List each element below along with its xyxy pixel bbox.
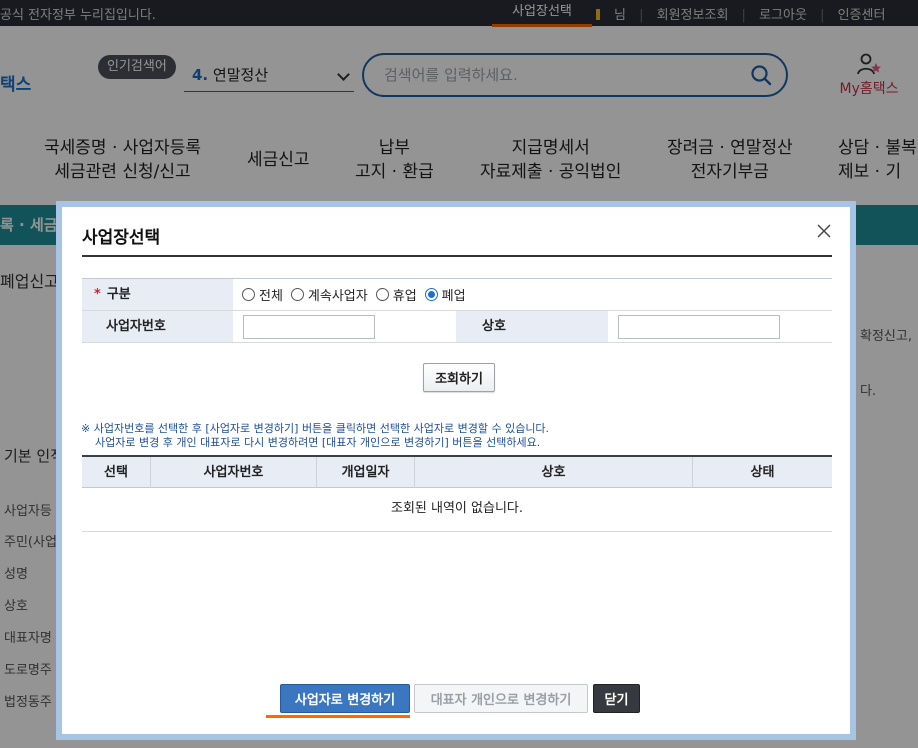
table-header: 선택 사업자번호 개업일자 상호 상태	[82, 455, 832, 488]
radio-closed[interactable]: 폐업	[425, 285, 466, 304]
radio-all[interactable]: 전체	[242, 285, 283, 304]
radio-circle[interactable]	[291, 288, 304, 301]
change-to-business-button[interactable]: 사업자로 변경하기	[280, 684, 410, 713]
form-row-type: *구분 전체 계속사업자 휴업 폐업	[82, 279, 832, 311]
result-table: 선택 사업자번호 개업일자 상호 상태 조회된 내역이 없습니다.	[82, 455, 832, 532]
modal-title: 사업장선택	[82, 223, 160, 248]
col-select: 선택	[82, 457, 151, 488]
bizno-input[interactable]	[243, 315, 375, 339]
close-icon[interactable]	[816, 223, 832, 239]
col-company-name: 상호	[415, 457, 693, 488]
company-name-input[interactable]	[618, 315, 780, 339]
bizno-label: 사업자번호	[82, 311, 233, 342]
workplace-select-modal: 사업장선택 *구분 전체 계속사업자 휴업 폐업 사업자번호 상호 조회하기 ※…	[62, 207, 850, 734]
info-text: ※ 사업자번호를 선택한 후 [사업자로 변경하기] 버튼을 클릭하면 선택한 …	[81, 422, 549, 450]
empty-message: 조회된 내역이 없습니다.	[82, 488, 832, 532]
col-bizno: 사업자번호	[151, 457, 317, 488]
search-form: *구분 전체 계속사업자 휴업 폐업 사업자번호 상호	[82, 278, 832, 343]
company-name-label: 상호	[456, 311, 608, 342]
radio-continuing[interactable]: 계속사업자	[291, 285, 368, 304]
radio-circle-selected[interactable]	[425, 288, 438, 301]
close-button[interactable]: 닫기	[593, 684, 640, 713]
radio-circle[interactable]	[242, 288, 255, 301]
type-label: *구분	[82, 279, 233, 310]
title-divider	[82, 255, 832, 257]
radio-suspended[interactable]: 휴업	[376, 285, 417, 304]
search-button[interactable]: 조회하기	[423, 363, 495, 392]
radio-circle[interactable]	[376, 288, 389, 301]
change-to-representative-button[interactable]: 대표자 개인으로 변경하기	[414, 684, 588, 713]
col-status: 상태	[693, 457, 832, 488]
type-radio-group: 전체 계속사업자 휴업 폐업	[242, 279, 474, 310]
button-highlight	[266, 715, 410, 718]
col-open-date: 개업일자	[317, 457, 415, 488]
form-row-bizno: 사업자번호 상호	[82, 311, 832, 343]
